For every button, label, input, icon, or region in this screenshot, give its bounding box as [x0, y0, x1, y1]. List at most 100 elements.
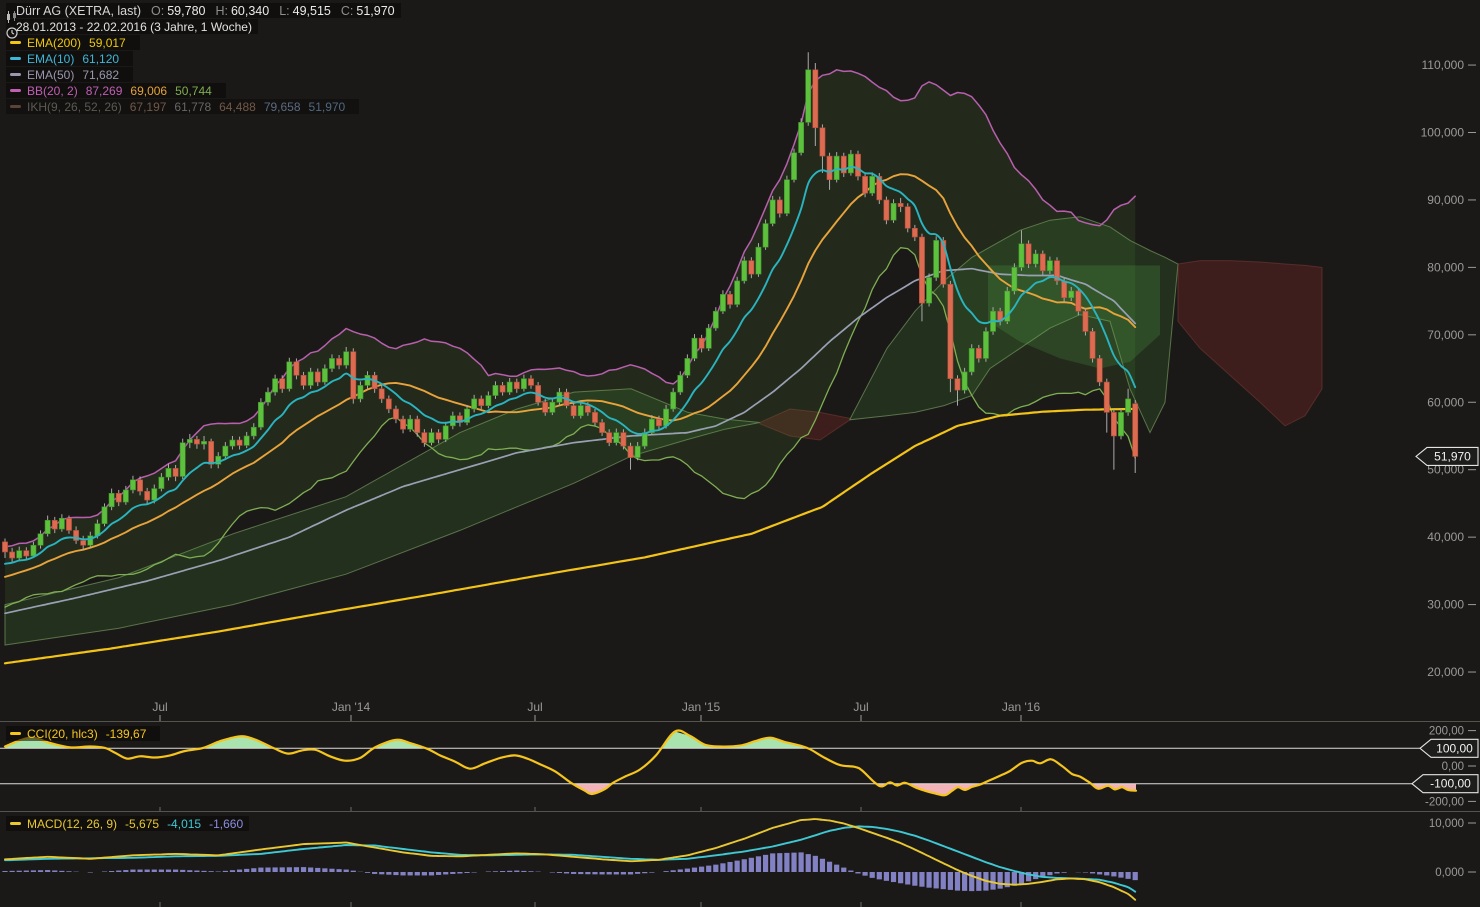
candle — [486, 396, 491, 406]
candle — [329, 358, 334, 368]
candle — [983, 331, 988, 358]
open-value: 59,780 — [167, 4, 205, 18]
indicator-row-ema[interactable]: EMA(50)71,682 — [6, 67, 133, 82]
indicator-swatch-icon — [10, 105, 21, 108]
indicator-row-ikh[interactable]: IKH(9, 26, 52, 26)67,19761,77864,48879,6… — [6, 99, 359, 114]
candle — [1033, 254, 1038, 264]
cci-value: -139,67 — [106, 727, 147, 741]
indicator-row-bb[interactable]: BB(20, 2)87,26969,00650,744 — [6, 83, 226, 98]
candle — [1076, 291, 1081, 311]
indicator-value: 59,017 — [89, 36, 126, 50]
candle — [137, 480, 142, 491]
candle — [599, 422, 604, 432]
indicator-name: EMA(200) — [27, 36, 81, 50]
candle — [763, 224, 768, 248]
time-tick-label: Jan '16 — [1002, 700, 1041, 714]
candle — [713, 311, 718, 328]
candle — [898, 203, 903, 206]
candle — [607, 433, 612, 443]
candle — [159, 477, 164, 488]
candle — [727, 294, 732, 304]
candle — [265, 392, 270, 402]
candle — [31, 545, 36, 556]
candle — [635, 446, 640, 457]
time-tick-label: Jan '14 — [332, 700, 371, 714]
candle — [578, 406, 583, 416]
legend-panel: Dürr AG (XETRA, last) O:59,780 H:60,340 … — [6, 3, 401, 115]
indicator-row-ema[interactable]: EMA(10)61,120 — [6, 51, 133, 66]
candle — [479, 399, 484, 406]
candle — [301, 375, 306, 385]
date-range: 28.01.2013 - 22.02.2016 (3 Jahre, 1 Woch… — [16, 20, 252, 34]
indicator-row-ema[interactable]: EMA(200) 59,017 — [6, 35, 140, 50]
indicator-name: BB(20, 2) — [27, 84, 78, 98]
ichimoku-red-cloud — [1178, 261, 1322, 426]
candle — [429, 433, 434, 443]
price-tick-label: 100,000 — [1421, 126, 1465, 140]
candle — [621, 433, 626, 446]
candle — [10, 552, 15, 558]
candle — [344, 352, 349, 365]
candle — [699, 338, 704, 348]
cci-threshold-tag: -100,00 — [1412, 775, 1478, 793]
instrument-header[interactable]: Dürr AG (XETRA, last) O:59,780 H:60,340 … — [6, 3, 401, 18]
candle — [1111, 412, 1116, 436]
candle — [472, 399, 477, 409]
bollinger-fill — [5, 70, 1135, 607]
low-label: L: — [279, 4, 289, 18]
cci-legend-row[interactable]: CCI(20, hlc3) -139,67 — [6, 726, 160, 741]
candle — [806, 70, 811, 123]
price-tick-label: 60,000 — [1427, 395, 1464, 409]
candle — [1040, 254, 1045, 271]
candle — [813, 70, 818, 128]
macd-value: -5,675 — [125, 817, 159, 831]
macd-legend-row[interactable]: MACD(12, 26, 9) -5,675-4,015-1,660 — [6, 816, 249, 831]
low-value: 49,515 — [293, 4, 331, 18]
tag-text: 51,970 — [1434, 449, 1471, 463]
macd-tick-label: 10,000 — [1429, 818, 1464, 830]
cci-oversold-fill — [5, 722, 1136, 795]
candle — [742, 261, 747, 281]
indicator-value: 61,778 — [174, 100, 211, 114]
candle — [834, 156, 839, 180]
macd-axis[interactable]: 10,0000,000 — [1429, 818, 1476, 879]
macd-histogram — [2, 852, 1137, 891]
candle — [351, 352, 356, 399]
candle — [777, 200, 782, 213]
candle — [962, 372, 967, 390]
candle — [628, 446, 633, 457]
macd-value: -4,015 — [167, 817, 201, 831]
close-label: C: — [341, 4, 354, 18]
candle — [415, 419, 420, 432]
candle — [656, 419, 661, 426]
candle — [848, 154, 853, 173]
time-tick-label: Jan '15 — [682, 700, 721, 714]
chart-window: { "header": { "symbol": "Dürr AG (XETRA,… — [0, 0, 1480, 907]
cci-overbought-fill — [5, 732, 1136, 813]
candle — [308, 372, 313, 385]
candle — [493, 385, 498, 395]
candle — [543, 402, 548, 412]
candle — [592, 412, 597, 422]
candle — [528, 379, 533, 386]
cci-label: CCI(20, hlc3) — [27, 727, 98, 741]
candle — [1133, 404, 1138, 457]
price-axis[interactable]: 110,000100,00090,00080,00070,00060,00050… — [1421, 58, 1476, 679]
indicator-value: 69,006 — [130, 84, 167, 98]
candle — [45, 520, 50, 533]
candle — [585, 406, 590, 413]
time-axis[interactable]: JulJan '14JulJan '15JulJan '16 — [152, 700, 1040, 721]
cci-axis[interactable]: 200,000,00-200,00 — [1425, 726, 1476, 809]
candle — [1104, 382, 1109, 412]
cci-panel-canvas[interactable]: 200,000,00-200,00100,00-100,00 — [0, 722, 1480, 812]
candle — [500, 385, 505, 392]
candle — [365, 375, 370, 385]
cci-tick-label: 200,00 — [1429, 726, 1464, 738]
indicator-swatch-icon — [10, 89, 21, 92]
open-label: O: — [151, 4, 164, 18]
candle — [194, 439, 199, 444]
candle — [735, 281, 740, 305]
candle — [24, 551, 29, 556]
candle — [749, 261, 754, 274]
close-value: 51,970 — [356, 4, 394, 18]
